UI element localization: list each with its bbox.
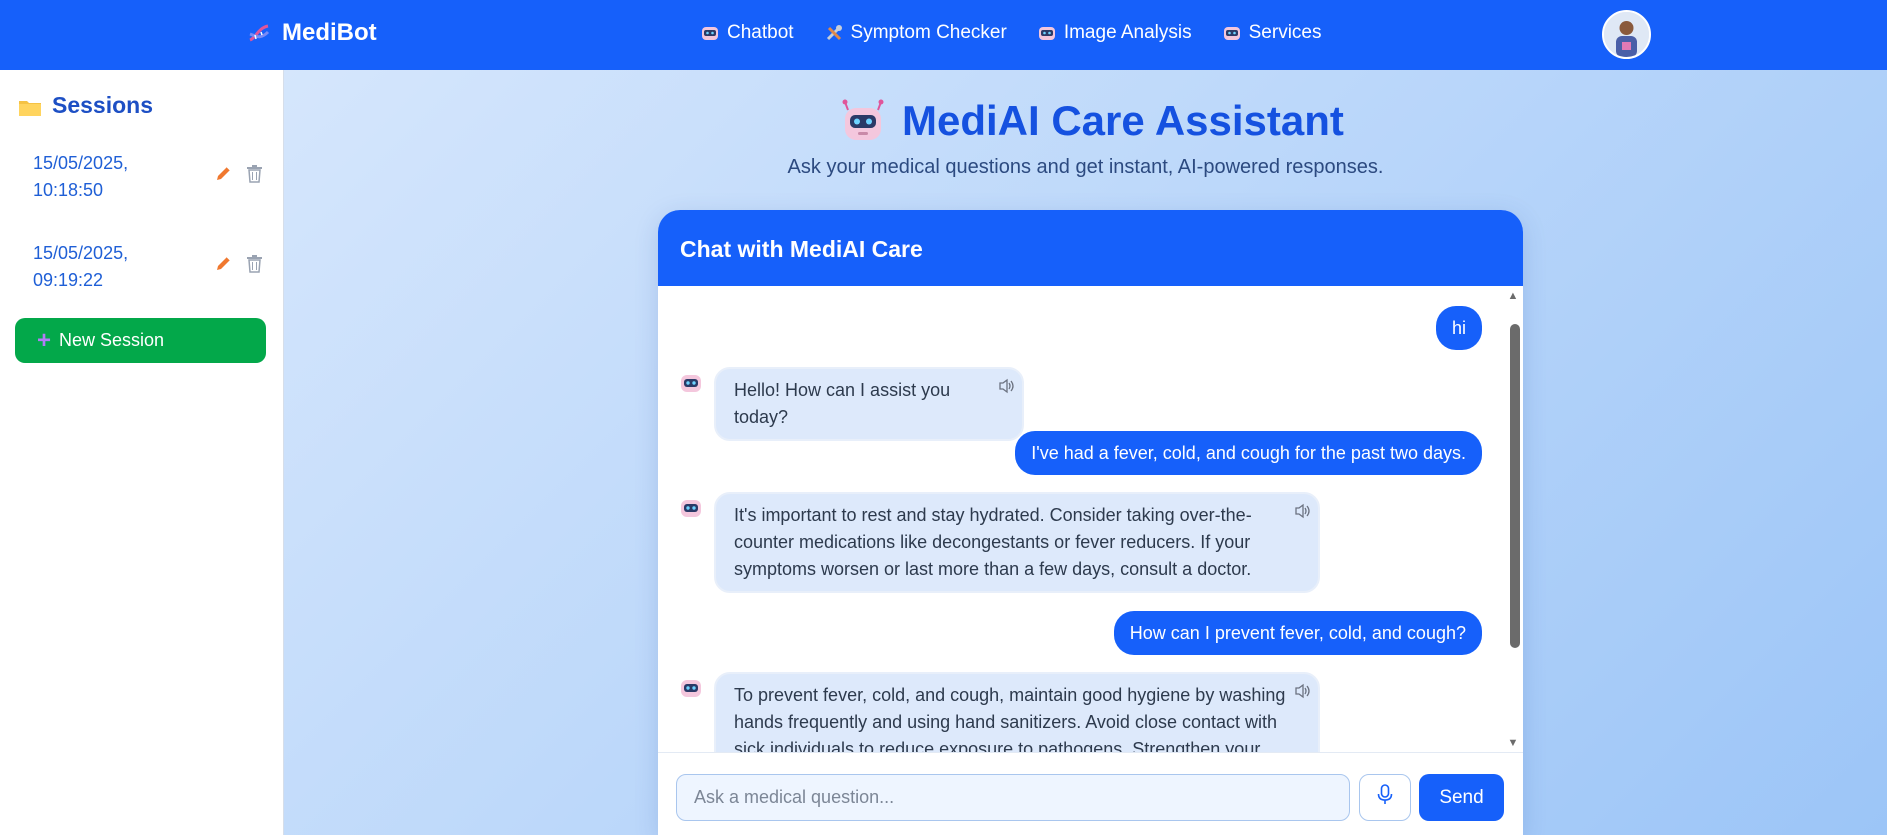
pencil-icon[interactable]	[215, 164, 233, 182]
top-navbar: MediBot Chatbot Symptom Checker Image An…	[0, 0, 1887, 70]
new-session-button[interactable]: + New Session	[15, 318, 266, 363]
main-content: MediAI Care Assistant Ask your medical q…	[284, 70, 1887, 835]
chat-header: Chat with MediAI Care	[658, 210, 1523, 286]
brand[interactable]: MediBot	[246, 19, 377, 47]
bot-message: To prevent fever, cold, and cough, maint…	[714, 672, 1320, 752]
session-item[interactable]: 15/05/2025, 09:19:22	[15, 240, 268, 310]
plus-icon: +	[37, 326, 52, 354]
bot-message: Hello! How can I assist you today?	[714, 367, 1024, 441]
new-session-label: New Session	[59, 330, 165, 350]
speaker-icon[interactable]	[1294, 500, 1312, 519]
user-message: How can I prevent fever, cold, and cough…	[1113, 611, 1482, 655]
nav-links: Chatbot Symptom Checker Image Analysis S…	[700, 22, 1321, 44]
scroll-thumb[interactable]	[1510, 324, 1520, 648]
scroll-track[interactable]	[1508, 302, 1520, 736]
scroll-up-arrow-icon[interactable]: ▲	[1506, 290, 1520, 302]
bot-avatar-icon	[678, 495, 704, 521]
dna-icon	[246, 20, 272, 46]
bot-message-text: To prevent fever, cold, and cough, maint…	[734, 685, 1286, 752]
microphone-icon	[1376, 784, 1394, 811]
chat-messages: hi Hello! How can I assist you today? I'…	[658, 286, 1523, 752]
bot-message-text: Hello! How can I assist you today?	[734, 380, 951, 427]
robot-icon	[840, 98, 886, 144]
speaker-icon[interactable]	[1294, 680, 1312, 699]
send-button[interactable]: Send	[1419, 774, 1504, 821]
sessions-title: Sessions	[52, 92, 153, 118]
sessions-heading: Sessions	[18, 92, 153, 119]
chat-input-bar: Send	[658, 752, 1523, 835]
page-subtitle: Ask your medical questions and get insta…	[787, 156, 1384, 178]
chat-input[interactable]	[676, 774, 1350, 821]
user-message: hi	[1435, 306, 1482, 350]
nav-link-chatbot[interactable]: Chatbot	[700, 22, 794, 44]
pencil-icon[interactable]	[215, 254, 233, 272]
nav-link-label: Symptom Checker	[850, 22, 1007, 43]
session-item[interactable]: 15/05/2025, 10:18:50	[15, 150, 268, 220]
trash-icon[interactable]	[246, 164, 263, 183]
bot-avatar-icon	[678, 370, 704, 396]
brand-name: MediBot	[282, 19, 377, 46]
nav-link-symptom-checker[interactable]: Symptom Checker	[824, 22, 1007, 44]
user-avatar[interactable]	[1602, 10, 1651, 59]
nav-link-label: Image Analysis	[1063, 22, 1192, 43]
page-title: MediAI Care Assistant	[840, 97, 1344, 145]
robot-icon	[1222, 23, 1242, 43]
speaker-icon[interactable]	[998, 375, 1016, 394]
user-message: I've had a fever, cold, and cough for th…	[1015, 431, 1482, 475]
nav-link-label: Chatbot	[727, 22, 794, 43]
microphone-button[interactable]	[1359, 774, 1411, 821]
folder-icon	[18, 96, 42, 116]
robot-icon	[700, 23, 720, 43]
bot-message: It's important to rest and stay hydrated…	[714, 492, 1320, 593]
tools-icon	[824, 23, 844, 43]
nav-link-services[interactable]: Services	[1222, 22, 1322, 44]
scroll-down-arrow-icon[interactable]: ▼	[1506, 737, 1520, 749]
chat-window: Chat with MediAI Care hi Hello! How can …	[658, 210, 1523, 835]
trash-icon[interactable]	[246, 254, 263, 273]
bot-avatar-icon	[678, 675, 704, 701]
robot-icon	[1037, 23, 1057, 43]
sessions-sidebar: Sessions 15/05/2025, 10:18:50 15/05/2025…	[0, 70, 284, 835]
nav-link-label: Services	[1248, 22, 1322, 43]
session-label: 15/05/2025, 09:19:22	[33, 243, 129, 290]
session-label: 15/05/2025, 10:18:50	[33, 153, 129, 200]
chat-scrollbar[interactable]: ▲ ▼	[1506, 286, 1520, 752]
page-title-text: MediAI Care Assistant	[902, 97, 1344, 144]
nav-link-image-analysis[interactable]: Image Analysis	[1037, 22, 1192, 44]
bot-message-text: It's important to rest and stay hydrated…	[734, 505, 1252, 579]
